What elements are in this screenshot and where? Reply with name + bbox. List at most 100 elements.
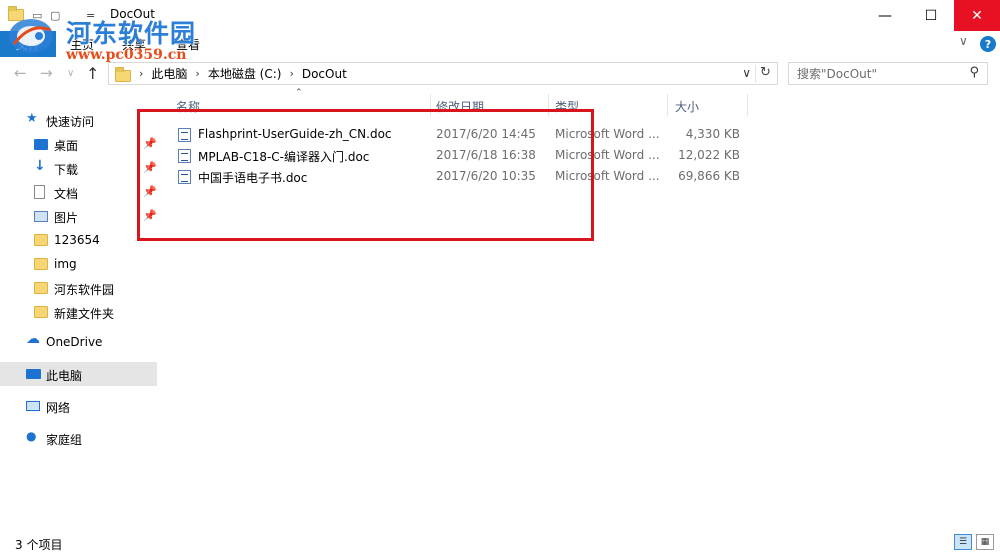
folder-icon <box>34 234 48 246</box>
new-folder-icon[interactable]: ▢ <box>50 6 60 24</box>
sidebar-item-label: 家庭组 <box>46 433 83 447</box>
status-bar: 3 个项目 ☰ ▦ <box>0 530 1000 555</box>
folder-icon <box>8 6 24 21</box>
column-divider[interactable] <box>747 94 748 116</box>
item-count: 3 个项目 <box>15 538 63 552</box>
sidebar-item-homegroup[interactable]: ● 家庭组 <box>0 426 157 450</box>
document-icon <box>34 185 45 199</box>
tab-share[interactable]: 共享 <box>122 36 146 53</box>
window-title: DocOut <box>110 7 155 21</box>
chevron-right-icon: › <box>289 67 294 80</box>
customize-toolbar-icon[interactable]: = <box>86 6 95 24</box>
network-icon <box>26 401 40 411</box>
file-row[interactable]: 中国手语电子书.doc 2017/6/20 10:35 Microsoft Wo… <box>170 166 750 187</box>
tab-file[interactable]: 文件 <box>0 31 56 57</box>
navigation-bar: ← → ∨ ↑ › 此电脑 › 本地磁盘 (C:) › DocOut ∨ ↻ ⚲ <box>0 60 1000 88</box>
sidebar-item-this-pc[interactable]: 此电脑 <box>0 362 157 386</box>
help-icon[interactable]: ? <box>980 36 996 52</box>
sidebar-item-onedrive[interactable]: ☁ OneDrive <box>0 330 157 354</box>
sidebar-item-network[interactable]: 网络 <box>0 394 157 418</box>
pin-icon[interactable]: 📌 <box>143 209 157 222</box>
breadcrumb-docout[interactable]: DocOut <box>302 67 347 81</box>
column-divider[interactable] <box>430 94 431 116</box>
file-date: 2017/6/20 10:35 <box>436 169 536 183</box>
sidebar-item-label: 文档 <box>54 187 79 201</box>
file-name: Flashprint-UserGuide-zh_CN.doc <box>198 127 392 141</box>
search-box[interactable]: ⚲ <box>788 62 988 85</box>
tab-view[interactable]: 查看 <box>176 36 200 53</box>
navigation-pane: ★ 快速访问 桌面 📌 ↓ 下载 📌 文档 📌 图片 📌 123654 img … <box>0 100 157 530</box>
ribbon: 文件 主页 共享 查看 <box>0 31 1000 57</box>
refresh-icon[interactable]: ↻ <box>755 65 773 83</box>
sidebar-item-label: 下载 <box>54 163 79 177</box>
address-bar[interactable]: › 此电脑 › 本地磁盘 (C:) › DocOut ∨ ↻ <box>108 62 778 85</box>
file-size: 12,022 KB <box>678 148 740 162</box>
ribbon-collapse-icon[interactable]: ∨ <box>959 34 968 48</box>
homegroup-icon: ● <box>26 429 37 443</box>
word-document-icon <box>178 149 191 163</box>
folder-icon <box>115 66 131 82</box>
pin-icon[interactable]: 📌 <box>143 185 157 198</box>
desktop-icon <box>34 139 48 150</box>
sidebar-item-desktop[interactable]: 桌面 📌 <box>0 132 157 156</box>
up-icon[interactable]: ↑ <box>86 64 99 83</box>
computer-icon <box>26 369 41 379</box>
sidebar-item-downloads[interactable]: ↓ 下载 📌 <box>0 156 157 180</box>
sidebar-item-label: 图片 <box>54 211 79 225</box>
search-input[interactable] <box>797 66 957 81</box>
cloud-icon: ☁ <box>26 331 40 347</box>
file-row[interactable]: MPLAB-C18-C-编译器入门.doc 2017/6/18 16:38 Mi… <box>170 145 750 166</box>
sidebar-item-documents[interactable]: 文档 📌 <box>0 180 157 204</box>
recent-locations-icon[interactable]: ∨ <box>67 68 74 79</box>
file-row[interactable]: Flashprint-UserGuide-zh_CN.doc 2017/6/20… <box>170 124 750 145</box>
download-icon: ↓ <box>34 158 46 174</box>
folder-icon <box>34 282 48 294</box>
minimize-button[interactable]: — <box>862 0 908 31</box>
tab-home[interactable]: 主页 <box>70 36 94 53</box>
sidebar-item-label: OneDrive <box>46 335 103 349</box>
file-date: 2017/6/18 16:38 <box>436 148 536 162</box>
file-size: 4,330 KB <box>685 127 740 141</box>
sidebar-item-hedong[interactable]: 河东软件园 <box>0 276 157 300</box>
pictures-icon <box>34 211 48 222</box>
close-button[interactable]: ✕ <box>954 0 1000 31</box>
folder-icon <box>34 306 48 318</box>
back-icon[interactable]: ← <box>14 64 27 82</box>
chevron-right-icon: › <box>139 67 144 80</box>
star-icon: ★ <box>26 111 38 126</box>
sidebar-item-new-folder[interactable]: 新建文件夹 <box>0 300 157 324</box>
file-name: MPLAB-C18-C-编译器入门.doc <box>198 150 370 164</box>
column-divider[interactable] <box>548 94 549 116</box>
sidebar-item-pictures[interactable]: 图片 📌 <box>0 204 157 228</box>
file-name: 中国手语电子书.doc <box>198 171 308 185</box>
column-header-type[interactable]: 类型 <box>555 94 667 116</box>
sidebar-item-img[interactable]: img <box>0 252 157 276</box>
large-icons-view-icon[interactable]: ▦ <box>976 534 994 550</box>
forward-icon[interactable]: → <box>40 64 53 82</box>
properties-icon[interactable]: ▭ <box>32 6 42 24</box>
column-header-name[interactable]: 名称 <box>176 94 432 116</box>
pin-icon[interactable]: 📌 <box>143 161 157 174</box>
maximize-button[interactable]: ☐ <box>908 0 954 31</box>
sidebar-item-label: 此电脑 <box>46 369 83 383</box>
word-document-icon <box>178 128 191 142</box>
chevron-right-icon: › <box>195 67 200 80</box>
folder-icon <box>34 258 48 270</box>
sidebar-item-label: 新建文件夹 <box>54 307 115 321</box>
column-header-size[interactable]: 大小 <box>675 94 747 116</box>
sidebar-item-123654[interactable]: 123654 <box>0 228 157 252</box>
search-icon[interactable]: ⚲ <box>969 65 979 80</box>
sidebar-item-label: 桌面 <box>54 139 79 153</box>
sidebar-item-label: 网络 <box>46 401 71 415</box>
breadcrumb-this-pc[interactable]: 此电脑 <box>151 65 187 82</box>
column-header-date[interactable]: 修改日期 <box>436 94 548 116</box>
breadcrumb-local-disk[interactable]: 本地磁盘 (C:) <box>208 65 282 82</box>
details-view-icon[interactable]: ☰ <box>954 534 972 550</box>
sidebar-item-quick-access[interactable]: ★ 快速访问 <box>0 108 157 132</box>
chevron-down-icon[interactable]: ∨ <box>742 66 751 80</box>
sidebar-item-label: 河东软件园 <box>54 283 115 297</box>
column-divider[interactable] <box>667 94 668 116</box>
pin-icon[interactable]: 📌 <box>143 137 157 150</box>
title-bar: ▭ ▢ = DocOut — ☐ ✕ <box>0 0 1000 31</box>
sidebar-item-label: 快速访问 <box>46 115 95 129</box>
